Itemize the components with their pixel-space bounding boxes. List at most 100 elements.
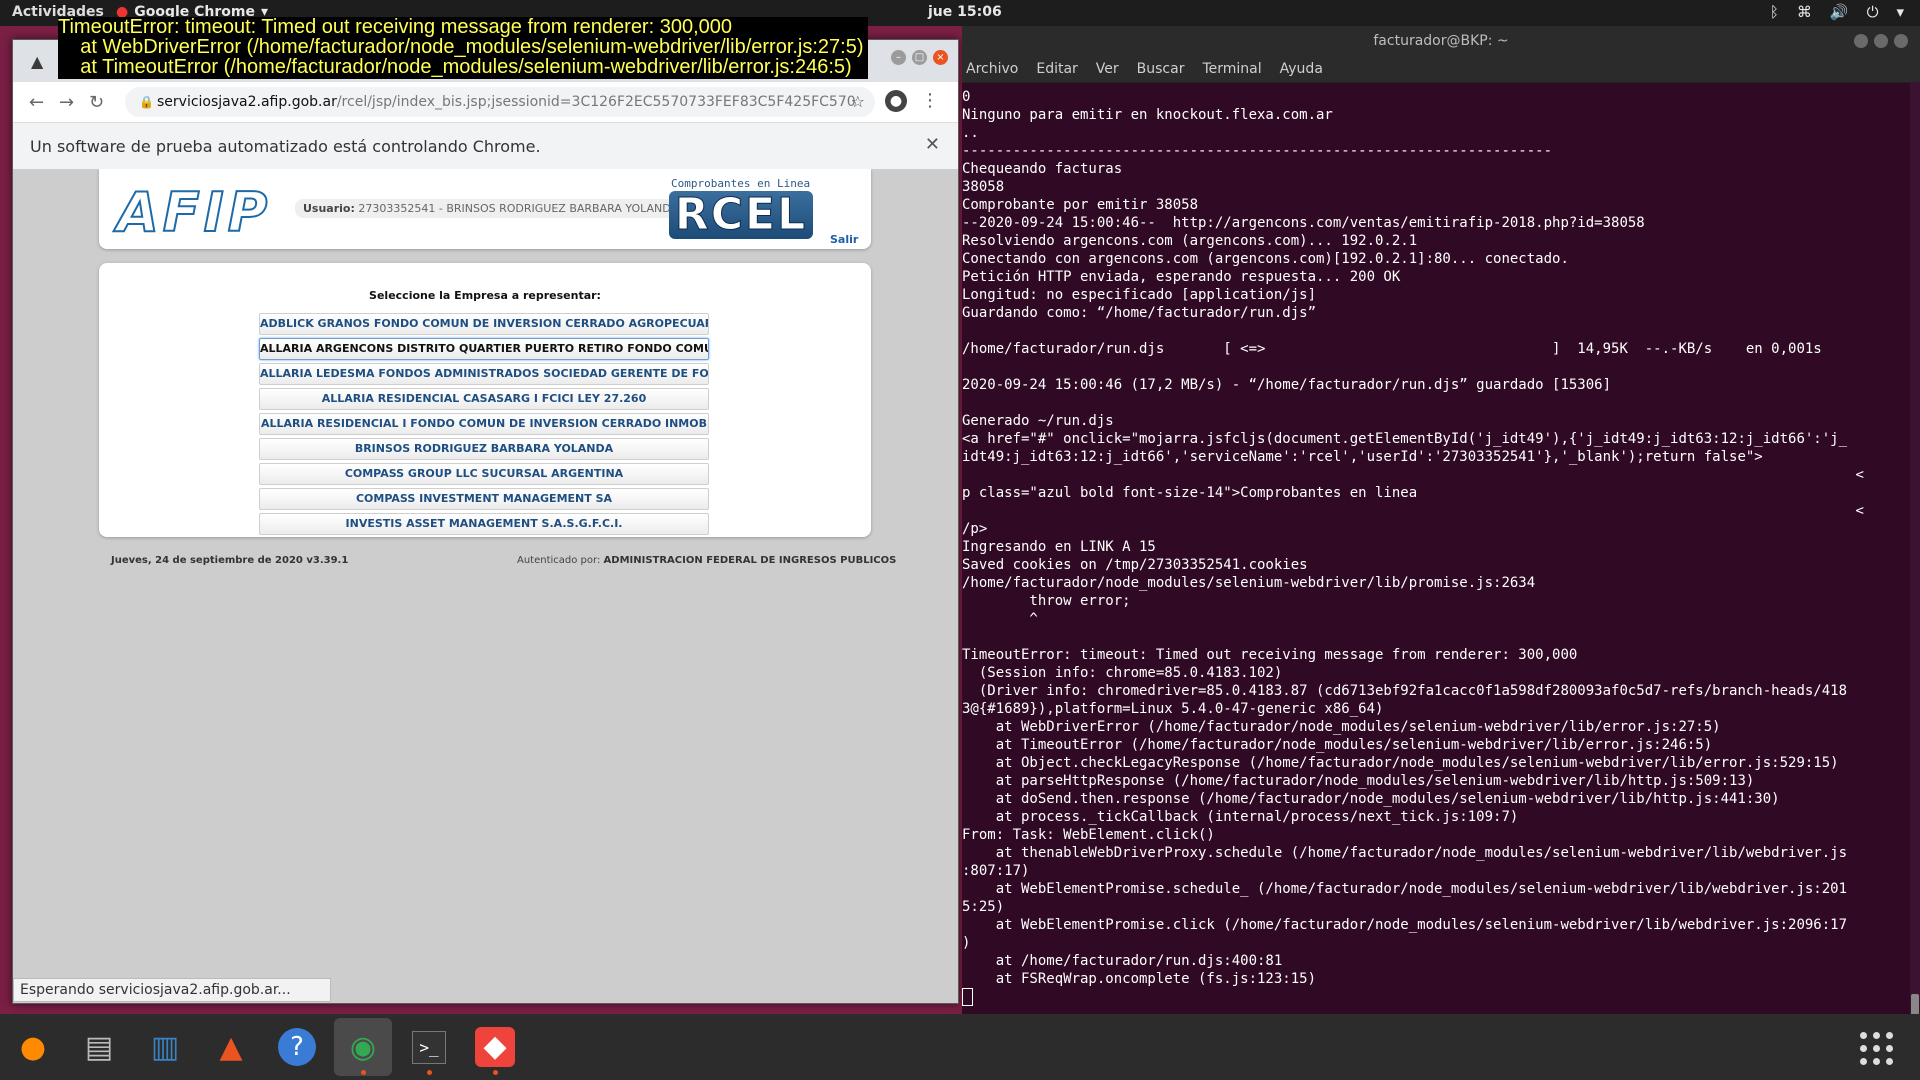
firefox-icon[interactable]: ● — [4, 1018, 62, 1076]
company-button[interactable]: BRINSOS RODRIGUEZ BARBARA YOLANDA — [259, 438, 709, 460]
writer-icon[interactable]: ▥ — [136, 1018, 194, 1076]
footer-auth-value: ADMINISTRACION FEDERAL DE INGRESOS PUBLI… — [603, 555, 897, 566]
maximize-icon[interactable] — [1874, 34, 1888, 48]
terminal-line: < — [962, 503, 1864, 519]
page-content: AFIP Usuario: 27303352541 - BRINSOS RODR… — [13, 169, 958, 1003]
terminal-line: 2020-09-24 15:00:46 (17,2 MB/s) - “/home… — [962, 377, 1612, 393]
terminal-line: From: Task: WebElement.click() — [962, 827, 1215, 843]
company-button[interactable]: ALLARIA RESIDENCIAL CASASARG I FCICI LEY… — [259, 388, 709, 410]
menu-ayuda[interactable]: Ayuda — [1280, 61, 1323, 77]
scroll-thumb[interactable] — [1911, 994, 1919, 1016]
volume-icon[interactable]: 🔊 — [1830, 3, 1849, 21]
company-button[interactable]: INVESTIS ASSET MANAGEMENT S.A.S.G.F.C.I. — [259, 513, 709, 535]
close-icon[interactable]: ✕ — [925, 134, 940, 155]
network-icon[interactable]: ⌘ — [1797, 3, 1812, 21]
company-button[interactable]: COMPASS GROUP LLC SUCURSAL ARGENTINA — [259, 463, 709, 485]
terminal-line: (Session info: chrome=85.0.4183.102) — [962, 665, 1283, 681]
terminal-line: (Driver info: chromedriver=85.0.4183.87 … — [962, 683, 1848, 699]
menu-archivo[interactable]: Archivo — [966, 61, 1018, 77]
close-icon[interactable] — [1894, 34, 1908, 48]
maximize-icon[interactable]: □ — [912, 50, 927, 65]
system-tray[interactable]: ᛒ ⌘ 🔊 ⏻ ▾ — [1770, 3, 1904, 21]
user-label: Usuario: — [303, 202, 355, 215]
company-button[interactable]: ADBLICK GRANOS FONDO COMUN DE INVERSION … — [259, 313, 709, 335]
kebab-menu-icon[interactable]: ⋮ — [921, 90, 939, 111]
terminal-line: /home/facturador/node_modules/selenium-w… — [962, 575, 1536, 591]
company-selection-panel: Seleccione la Empresa a representar: ADB… — [99, 263, 871, 537]
menu-editar[interactable]: Editar — [1036, 61, 1077, 77]
forward-icon[interactable]: → — [59, 92, 74, 113]
infobar-message: Un software de prueba automatizado está … — [30, 137, 541, 156]
minimize-icon[interactable]: – — [891, 50, 906, 65]
terminal-output[interactable]: 0 Ninguno para emitir en knockout.flexa.c… — [962, 82, 1902, 1022]
company-list: ADBLICK GRANOS FONDO COMUN DE INVERSION … — [259, 313, 709, 538]
back-icon[interactable]: ← — [29, 92, 44, 113]
menu-buscar[interactable]: Buscar — [1137, 61, 1185, 77]
menu-terminal[interactable]: Terminal — [1202, 61, 1261, 77]
terminal-line: p class="azul bold font-size-14">Comprob… — [962, 485, 1418, 501]
cursor — [962, 988, 973, 1006]
terminal-line: ----------------------------------------… — [962, 143, 1553, 159]
chevron-down-icon[interactable]: ▾ — [1896, 3, 1904, 21]
terminal-line: 3@{#1689}),platform=Linux 5.4.0-47-gener… — [962, 701, 1384, 717]
terminal-line: at WebDriverError (/home/facturador/node… — [962, 719, 1721, 735]
footer-auth: Autenticado por: ADMINISTRACION FEDERAL … — [517, 555, 896, 566]
url-path: /rcel/jsp/index_bis.jsp;jsessionid=3C126… — [336, 94, 856, 110]
user-info: Usuario: 27303352541 - BRINSOS RODRIGUEZ… — [295, 199, 687, 218]
terminal-menubar: Archivo Editar Ver Buscar Terminal Ayuda — [962, 56, 1920, 83]
terminal-line: Petición HTTP enviada, esperando respues… — [962, 269, 1401, 285]
terminal-line: at WebElementPromise.schedule_ (/home/fa… — [962, 881, 1848, 897]
clock[interactable]: jue 15:06 — [928, 4, 1002, 20]
error-line: at TimeoutError (/home/facturador/node_m… — [58, 56, 852, 78]
company-button[interactable]: ALLARIA RESIDENCIAL I FONDO COMUN DE INV… — [259, 413, 709, 435]
terminal-line: /home/facturador/run.djs [ <=> ] 14,95K … — [962, 341, 1822, 357]
rcel-logo: RCEL — [669, 190, 813, 239]
url-text[interactable]: serviciosjava2.afip.gob.ar/rcel/jsp/inde… — [157, 87, 856, 117]
terminal-titlebar[interactable]: facturador@BKP: ~ — [962, 26, 1920, 56]
error-overlay: TimeoutError: timeout: Timed out receivi… — [58, 17, 868, 79]
running-indicator — [493, 1070, 498, 1075]
chrome-toolbar: ← → ↻ 🔒 serviciosjava2.afip.gob.ar/rcel/… — [13, 82, 958, 123]
bluetooth-icon[interactable]: ᛒ — [1770, 3, 1779, 21]
company-button[interactable]: COMPASS INVESTMENT MANAGEMENT SA — [259, 488, 709, 510]
lock-icon[interactable]: 🔒 — [139, 87, 154, 117]
chrome-icon[interactable]: ◉ — [334, 1018, 392, 1076]
power-icon[interactable]: ⏻ — [1867, 3, 1879, 21]
automation-infobar: Un software de prueba automatizado está … — [13, 123, 958, 170]
terminal-line: idt49:j_idt63:12:j_idt66','serviceName':… — [962, 449, 1763, 465]
company-button[interactable]: ALLARIA ARGENCONS DISTRITO QUARTIER PUER… — [259, 338, 709, 360]
terminal-line: Chequeando facturas — [962, 161, 1123, 177]
terminal-line: 38058 — [962, 179, 1005, 195]
terminal-line: --2020-09-24 15:00:46-- http://argencons… — [962, 215, 1645, 231]
files-icon[interactable]: ▤ — [70, 1018, 128, 1076]
help-icon[interactable]: ? — [268, 1018, 326, 1076]
status-bubble: Esperando serviciosjava2.afip.gob.ar... — [13, 978, 331, 1002]
profile-icon[interactable]: ● — [885, 90, 907, 112]
minimize-icon[interactable] — [1854, 34, 1868, 48]
terminal-line: at FSReqWrap.oncomplete (fs.js:123:15) — [962, 971, 1317, 987]
terminal-line: 5:25) — [962, 899, 1005, 915]
terminal-line: at thenableWebDriverProxy.schedule (/hom… — [962, 845, 1848, 861]
terminal-window: facturador@BKP: ~ Archivo Editar Ver Bus… — [962, 26, 1920, 1016]
address-bar[interactable]: 🔒 serviciosjava2.afip.gob.ar/rcel/jsp/in… — [125, 87, 875, 117]
menu-ver[interactable]: Ver — [1096, 61, 1119, 77]
close-icon[interactable]: × — [933, 50, 948, 65]
terminal-line: ^ — [962, 611, 1038, 627]
company-button[interactable]: ALLARIA LEDESMA FONDOS ADMINISTRADOS SOC… — [259, 363, 709, 385]
logout-link[interactable]: Salir — [830, 233, 858, 246]
window-controls: – □ × — [891, 50, 948, 65]
terminal-prompt[interactable] — [962, 988, 1902, 1006]
terminal-icon[interactable]: >_ — [400, 1018, 458, 1076]
dock: ● ▤ ▥ ▲ ? ◉ >_ ◆ — [0, 1014, 1920, 1080]
software-icon[interactable]: ▲ — [202, 1018, 260, 1076]
bookmark-star-icon[interactable]: ☆ — [851, 87, 865, 117]
show-applications-icon[interactable] — [1860, 1032, 1894, 1066]
reload-icon[interactable]: ↻ — [89, 92, 104, 113]
terminal-scrollbar[interactable] — [1910, 82, 1920, 1016]
anydesk-icon[interactable]: ◆ — [466, 1018, 524, 1076]
terminal-line: Saved cookies on /tmp/27303352541.cookie… — [962, 557, 1308, 573]
